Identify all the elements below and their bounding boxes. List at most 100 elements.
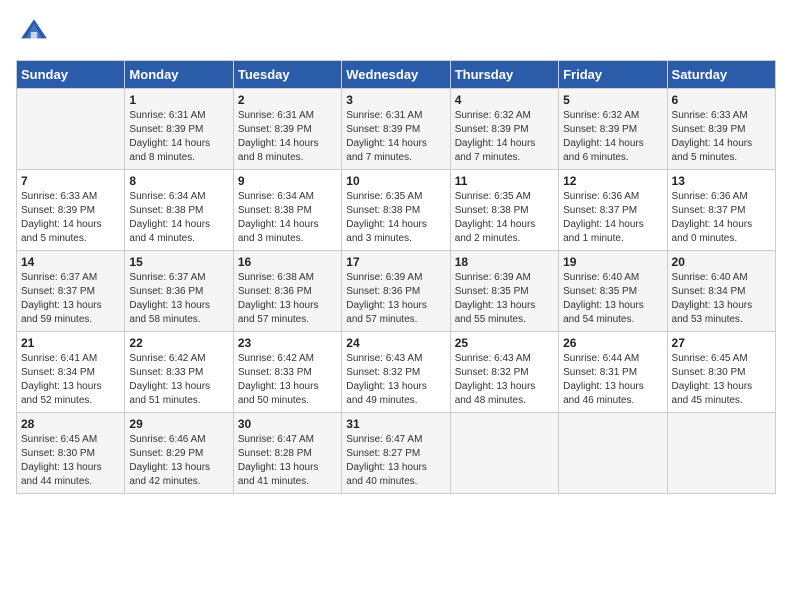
calendar-cell: 14 Sunrise: 6:37 AMSunset: 8:37 PMDayligh… xyxy=(17,251,125,332)
day-info: Sunrise: 6:41 AMSunset: 8:34 PMDaylight:… xyxy=(21,352,120,408)
day-info: Sunrise: 6:34 AMSunset: 8:38 PMDaylight:… xyxy=(238,190,337,246)
calendar-header-row: SundayMondayTuesdayWednesdayThursdayFrid… xyxy=(17,61,776,89)
day-info: Sunrise: 6:33 AMSunset: 8:39 PMDaylight:… xyxy=(21,190,120,246)
day-info: Sunrise: 6:32 AMSunset: 8:39 PMDaylight:… xyxy=(563,109,662,165)
day-info: Sunrise: 6:34 AMSunset: 8:38 PMDaylight:… xyxy=(129,190,228,246)
day-number: 9 xyxy=(238,174,337,188)
calendar-cell: 25Sunrise: 6:43 AMSunset: 8:32 PMDayligh… xyxy=(450,332,558,413)
day-number: 20 xyxy=(672,255,771,269)
calendar-week-row: 28 Sunrise: 6:45 AMSunset: 8:30 PMDayligh… xyxy=(17,413,776,494)
calendar-cell: 1Sunrise: 6:31 AMSunset: 8:39 PMDaylight… xyxy=(125,89,233,170)
day-number: 5 xyxy=(563,93,662,107)
day-info: Sunrise: 6:37 AMSunset: 8:36 PMDaylight:… xyxy=(129,271,228,327)
day-info: Sunrise: 6:43 AMSunset: 8:32 PMDaylight:… xyxy=(455,352,554,408)
calendar-cell: 7Sunrise: 6:33 AMSunset: 8:39 PMDaylight… xyxy=(17,170,125,251)
day-number: 22 xyxy=(129,336,228,350)
day-info: Sunrise: 6:35 AMSunset: 8:38 PMDaylight:… xyxy=(455,190,554,246)
calendar-cell: 24 Sunrise: 6:43 AMSunset: 8:32 PMDayligh… xyxy=(342,332,450,413)
day-info: Sunrise: 6:31 AMSunset: 8:39 PMDaylight:… xyxy=(346,109,445,165)
calendar-cell: 15Sunrise: 6:37 AMSunset: 8:36 PMDayligh… xyxy=(125,251,233,332)
calendar-cell: 18Sunrise: 6:39 AMSunset: 8:35 PMDayligh… xyxy=(450,251,558,332)
day-info: Sunrise: 6:40 AMSunset: 8:34 PMDaylight:… xyxy=(672,271,771,327)
day-info: Sunrise: 6:33 AMSunset: 8:39 PMDaylight:… xyxy=(672,109,771,165)
calendar-cell: 26 Sunrise: 6:44 AMSunset: 8:31 PMDayligh… xyxy=(559,332,667,413)
day-number: 13 xyxy=(672,174,771,188)
calendar-cell xyxy=(559,413,667,494)
calendar-cell: 13 Sunrise: 6:36 AMSunset: 8:37 PMDayligh… xyxy=(667,170,775,251)
day-info: Sunrise: 6:42 AMSunset: 8:33 PMDaylight:… xyxy=(129,352,228,408)
calendar-cell: 31 Sunrise: 6:47 AMSunset: 8:27 PMDayligh… xyxy=(342,413,450,494)
calendar-cell xyxy=(667,413,775,494)
calendar-cell: 4 Sunrise: 6:32 AMSunset: 8:39 PMDaylight… xyxy=(450,89,558,170)
header-saturday: Saturday xyxy=(667,61,775,89)
day-number: 17 xyxy=(346,255,445,269)
header-thursday: Thursday xyxy=(450,61,558,89)
day-info: Sunrise: 6:31 AMSunset: 8:39 PMDaylight:… xyxy=(129,109,228,165)
day-info: Sunrise: 6:40 AMSunset: 8:35 PMDaylight:… xyxy=(563,271,662,327)
day-number: 26 xyxy=(563,336,662,350)
calendar-cell: 16 Sunrise: 6:38 AMSunset: 8:36 PMDayligh… xyxy=(233,251,341,332)
calendar-cell: 11 Sunrise: 6:35 AMSunset: 8:38 PMDayligh… xyxy=(450,170,558,251)
calendar-cell: 19 Sunrise: 6:40 AMSunset: 8:35 PMDayligh… xyxy=(559,251,667,332)
day-info: Sunrise: 6:38 AMSunset: 8:36 PMDaylight:… xyxy=(238,271,337,327)
calendar-cell: 6 Sunrise: 6:33 AMSunset: 8:39 PMDaylight… xyxy=(667,89,775,170)
day-number: 11 xyxy=(455,174,554,188)
calendar-table: SundayMondayTuesdayWednesdayThursdayFrid… xyxy=(16,60,776,494)
logo xyxy=(16,16,50,48)
day-info: Sunrise: 6:45 AMSunset: 8:30 PMDaylight:… xyxy=(672,352,771,408)
day-number: 10 xyxy=(346,174,445,188)
day-info: Sunrise: 6:39 AMSunset: 8:36 PMDaylight:… xyxy=(346,271,445,327)
day-info: Sunrise: 6:36 AMSunset: 8:37 PMDaylight:… xyxy=(672,190,771,246)
day-number: 27 xyxy=(672,336,771,350)
calendar-cell: 23Sunrise: 6:42 AMSunset: 8:33 PMDayligh… xyxy=(233,332,341,413)
day-info: Sunrise: 6:45 AMSunset: 8:30 PMDaylight:… xyxy=(21,433,120,489)
calendar-cell: 9 Sunrise: 6:34 AMSunset: 8:38 PMDaylight… xyxy=(233,170,341,251)
calendar-cell xyxy=(17,89,125,170)
day-number: 8 xyxy=(129,174,228,188)
calendar-week-row: 14 Sunrise: 6:37 AMSunset: 8:37 PMDayligh… xyxy=(17,251,776,332)
day-info: Sunrise: 6:43 AMSunset: 8:32 PMDaylight:… xyxy=(346,352,445,408)
day-number: 31 xyxy=(346,417,445,431)
day-number: 14 xyxy=(21,255,120,269)
calendar-cell: 17 Sunrise: 6:39 AMSunset: 8:36 PMDayligh… xyxy=(342,251,450,332)
logo-icon xyxy=(18,16,50,48)
day-number: 18 xyxy=(455,255,554,269)
day-number: 4 xyxy=(455,93,554,107)
calendar-cell: 2 Sunrise: 6:31 AMSunset: 8:39 PMDaylight… xyxy=(233,89,341,170)
header-sunday: Sunday xyxy=(17,61,125,89)
calendar-cell: 3Sunrise: 6:31 AMSunset: 8:39 PMDaylight… xyxy=(342,89,450,170)
calendar-cell: 20 Sunrise: 6:40 AMSunset: 8:34 PMDayligh… xyxy=(667,251,775,332)
day-number: 16 xyxy=(238,255,337,269)
day-info: Sunrise: 6:31 AMSunset: 8:39 PMDaylight:… xyxy=(238,109,337,165)
calendar-week-row: 7Sunrise: 6:33 AMSunset: 8:39 PMDaylight… xyxy=(17,170,776,251)
calendar-cell: 10Sunrise: 6:35 AMSunset: 8:38 PMDayligh… xyxy=(342,170,450,251)
day-info: Sunrise: 6:44 AMSunset: 8:31 PMDaylight:… xyxy=(563,352,662,408)
day-info: Sunrise: 6:42 AMSunset: 8:33 PMDaylight:… xyxy=(238,352,337,408)
day-info: Sunrise: 6:36 AMSunset: 8:37 PMDaylight:… xyxy=(563,190,662,246)
header-monday: Monday xyxy=(125,61,233,89)
calendar-cell: 28 Sunrise: 6:45 AMSunset: 8:30 PMDayligh… xyxy=(17,413,125,494)
calendar-cell xyxy=(450,413,558,494)
day-number: 6 xyxy=(672,93,771,107)
calendar-week-row: 21 Sunrise: 6:41 AMSunset: 8:34 PMDayligh… xyxy=(17,332,776,413)
calendar-cell: 5 Sunrise: 6:32 AMSunset: 8:39 PMDaylight… xyxy=(559,89,667,170)
calendar-cell: 29Sunrise: 6:46 AMSunset: 8:29 PMDayligh… xyxy=(125,413,233,494)
day-number: 28 xyxy=(21,417,120,431)
day-number: 21 xyxy=(21,336,120,350)
calendar-cell: 30 Sunrise: 6:47 AMSunset: 8:28 PMDayligh… xyxy=(233,413,341,494)
day-info: Sunrise: 6:37 AMSunset: 8:37 PMDaylight:… xyxy=(21,271,120,327)
calendar-cell: 27 Sunrise: 6:45 AMSunset: 8:30 PMDayligh… xyxy=(667,332,775,413)
day-info: Sunrise: 6:47 AMSunset: 8:28 PMDaylight:… xyxy=(238,433,337,489)
day-number: 12 xyxy=(563,174,662,188)
calendar-cell: 22 Sunrise: 6:42 AMSunset: 8:33 PMDayligh… xyxy=(125,332,233,413)
header-friday: Friday xyxy=(559,61,667,89)
calendar-cell: 12 Sunrise: 6:36 AMSunset: 8:37 PMDayligh… xyxy=(559,170,667,251)
day-number: 2 xyxy=(238,93,337,107)
calendar-cell: 21 Sunrise: 6:41 AMSunset: 8:34 PMDayligh… xyxy=(17,332,125,413)
day-number: 24 xyxy=(346,336,445,350)
day-number: 30 xyxy=(238,417,337,431)
day-info: Sunrise: 6:47 AMSunset: 8:27 PMDaylight:… xyxy=(346,433,445,489)
calendar-week-row: 1Sunrise: 6:31 AMSunset: 8:39 PMDaylight… xyxy=(17,89,776,170)
day-info: Sunrise: 6:32 AMSunset: 8:39 PMDaylight:… xyxy=(455,109,554,165)
day-number: 19 xyxy=(563,255,662,269)
